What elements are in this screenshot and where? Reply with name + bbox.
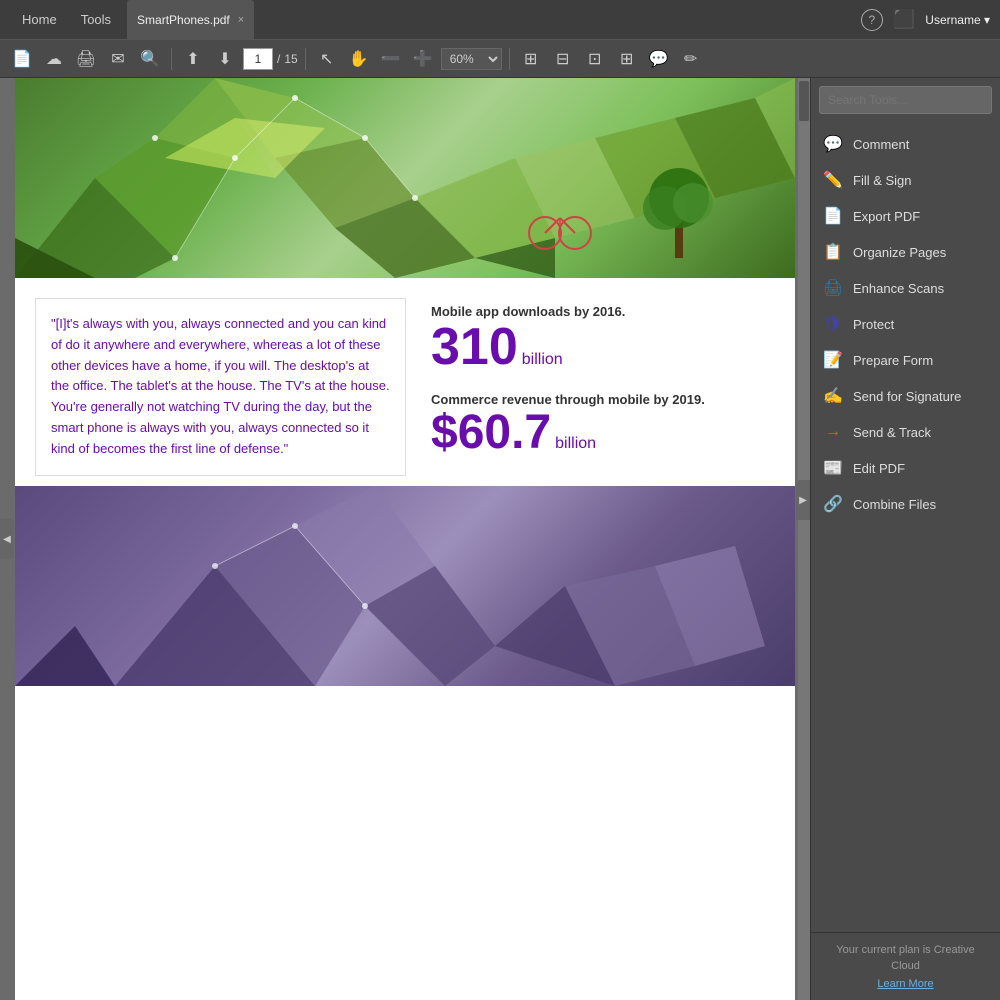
stat1-unit: billion bbox=[522, 351, 563, 368]
send-track-label: Send & Track bbox=[853, 425, 931, 440]
zoom-select[interactable]: 60% 75% 100% 125% bbox=[441, 48, 502, 70]
organize-pages-label: Organize Pages bbox=[853, 245, 946, 260]
right-panel-toggle[interactable]: ▶ bbox=[796, 480, 810, 520]
combine-files-icon: 🔗 bbox=[823, 494, 843, 514]
pdf-header-image bbox=[15, 78, 795, 278]
send-signature-icon: ✍ bbox=[823, 386, 843, 406]
document-tab[interactable]: SmartPhones.pdf × bbox=[127, 0, 254, 39]
pdf-footer-image bbox=[15, 486, 795, 686]
toolbar-separator-3 bbox=[509, 48, 510, 70]
main-layout: ◀ bbox=[0, 78, 1000, 1000]
stat2-unit: billion bbox=[555, 435, 596, 452]
tool-item-enhance-scans[interactable]: 🖨 Enhance Scans bbox=[811, 270, 1000, 306]
pdf-quote-box: "[I]t's always with you, always connecte… bbox=[35, 298, 406, 476]
left-panel-toggle[interactable]: ◀ bbox=[0, 519, 14, 559]
plan-text: Your current plan is Creative Cloud bbox=[821, 943, 990, 974]
prepare-form-icon: 📝 bbox=[823, 350, 843, 370]
fit-page-button[interactable]: ⊞ bbox=[517, 45, 545, 73]
tool-item-export-pdf[interactable]: 📄 Export PDF bbox=[811, 198, 1000, 234]
tools-list: 💬 Comment ✏️ Fill & Sign 📄 Export PDF 📋 … bbox=[811, 122, 1000, 932]
toolbar-separator-1 bbox=[171, 48, 172, 70]
edit-pdf-icon: 📰 bbox=[823, 458, 843, 478]
rotate-button[interactable]: ⊞ bbox=[613, 45, 641, 73]
organize-pages-icon: 📋 bbox=[823, 242, 843, 262]
thumbnail-button[interactable]: ⊡ bbox=[581, 45, 609, 73]
send-track-icon: → bbox=[823, 422, 843, 442]
page-separator: / bbox=[277, 52, 280, 66]
device-icon[interactable]: ⬛ bbox=[893, 9, 915, 30]
pdf-quote-text: "[I]t's always with you, always connecte… bbox=[51, 314, 390, 460]
email-button[interactable]: ✉ bbox=[104, 45, 132, 73]
menu-tools[interactable]: Tools bbox=[69, 0, 123, 39]
export-pdf-icon: 📄 bbox=[823, 206, 843, 226]
pdf-content: "[I]t's always with you, always connecte… bbox=[15, 278, 795, 476]
pen-tool-btn[interactable]: ✏ bbox=[677, 45, 705, 73]
page-navigation: / 15 bbox=[243, 48, 298, 70]
pdf-page: "[I]t's always with you, always connecte… bbox=[15, 78, 795, 1000]
prepare-form-label: Prepare Form bbox=[853, 353, 933, 368]
zoom-in-button[interactable]: ➕ bbox=[409, 45, 437, 73]
cursor-tool[interactable]: ↖ bbox=[313, 45, 341, 73]
stat2-value: $60.7billion bbox=[431, 409, 770, 457]
page-total: 15 bbox=[284, 52, 297, 66]
toolbar-separator-2 bbox=[305, 48, 306, 70]
tool-item-edit-pdf[interactable]: 📰 Edit PDF bbox=[811, 450, 1000, 486]
stat2-number: $60.7 bbox=[431, 406, 551, 459]
send-signature-label: Send for Signature bbox=[853, 389, 961, 404]
page-up-button[interactable]: ⬆ bbox=[179, 45, 207, 73]
new-file-button[interactable]: 📄 bbox=[8, 45, 36, 73]
comment-icon: 💬 bbox=[823, 134, 843, 154]
tab-close-button[interactable]: × bbox=[238, 14, 244, 26]
username-button[interactable]: Username ▾ bbox=[925, 13, 990, 27]
print-button[interactable]: 🖨 bbox=[72, 45, 100, 73]
tool-item-prepare-form[interactable]: 📝 Prepare Form bbox=[811, 342, 1000, 378]
tool-item-send-track[interactable]: → Send & Track bbox=[811, 414, 1000, 450]
menu-right: ? ⬛ Username ▾ bbox=[861, 9, 990, 31]
edit-pdf-label: Edit PDF bbox=[853, 461, 905, 476]
scrollbar-thumb[interactable] bbox=[799, 81, 809, 121]
tab-label: SmartPhones.pdf bbox=[137, 13, 230, 27]
menu-bar: Home Tools SmartPhones.pdf × ? ⬛ Usernam… bbox=[0, 0, 1000, 40]
protect-label: Protect bbox=[853, 317, 894, 332]
search-tools-wrap bbox=[811, 78, 1000, 122]
tool-item-protect[interactable]: 🛡 Protect bbox=[811, 306, 1000, 342]
comment-icon-btn[interactable]: 💬 bbox=[645, 45, 673, 73]
page-down-button[interactable]: ⬇ bbox=[211, 45, 239, 73]
page-number-input[interactable] bbox=[243, 48, 273, 70]
comment-label: Comment bbox=[853, 137, 909, 152]
search-tools-input[interactable] bbox=[819, 86, 992, 114]
pdf-scroll[interactable]: "[I]t's always with you, always connecte… bbox=[0, 78, 810, 1000]
stat1-number: 310 bbox=[431, 318, 518, 376]
search-button[interactable]: 🔍 bbox=[136, 45, 164, 73]
fill-sign-icon: ✏️ bbox=[823, 170, 843, 190]
enhance-scans-label: Enhance Scans bbox=[853, 281, 944, 296]
tool-item-send-signature[interactable]: ✍ Send for Signature bbox=[811, 378, 1000, 414]
pdf-stats-box: Mobile app downloads by 2016. 310billion… bbox=[426, 298, 775, 476]
vertical-scrollbar[interactable] bbox=[798, 78, 810, 1000]
menu-home[interactable]: Home bbox=[10, 0, 69, 39]
plan-info: Your current plan is Creative Cloud Lear… bbox=[811, 932, 1000, 1000]
learn-more-link[interactable]: Learn More bbox=[821, 978, 990, 990]
tool-item-combine-files[interactable]: 🔗 Combine Files bbox=[811, 486, 1000, 522]
toolbar: 📄 ☁ 🖨 ✉ 🔍 ⬆ ⬇ / 15 ↖ ✋ ➖ ➕ 60% 75% 100% … bbox=[0, 40, 1000, 78]
pdf-area: ◀ bbox=[0, 78, 810, 1000]
enhance-scans-icon: 🖨 bbox=[823, 278, 843, 298]
protect-icon: 🛡 bbox=[823, 314, 843, 334]
fill-sign-label: Fill & Sign bbox=[853, 173, 912, 188]
zoom-out-button[interactable]: ➖ bbox=[377, 45, 405, 73]
tool-item-comment[interactable]: 💬 Comment bbox=[811, 126, 1000, 162]
hand-tool[interactable]: ✋ bbox=[345, 45, 373, 73]
right-panel: 💬 Comment ✏️ Fill & Sign 📄 Export PDF 📋 … bbox=[810, 78, 1000, 1000]
combine-files-label: Combine Files bbox=[853, 497, 936, 512]
stat1-value: 310billion bbox=[431, 321, 770, 373]
tool-item-fill-sign[interactable]: ✏️ Fill & Sign bbox=[811, 162, 1000, 198]
export-pdf-label: Export PDF bbox=[853, 209, 920, 224]
upload-button[interactable]: ☁ bbox=[40, 45, 68, 73]
tool-item-organize-pages[interactable]: 📋 Organize Pages bbox=[811, 234, 1000, 270]
help-button[interactable]: ? bbox=[861, 9, 883, 31]
fit-width-button[interactable]: ⊟ bbox=[549, 45, 577, 73]
